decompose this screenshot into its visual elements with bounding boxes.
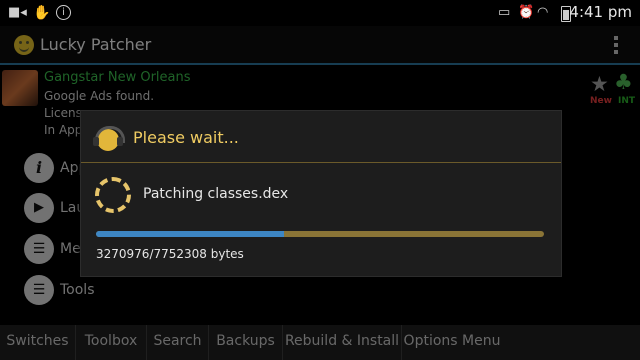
clock: 4:41 pm bbox=[569, 3, 632, 21]
progress-fill bbox=[96, 231, 285, 237]
progress-dialog: Please wait... Patching classes.dex 3270… bbox=[80, 110, 562, 277]
dialog-divider bbox=[81, 162, 561, 163]
wifi-icon: ◠ bbox=[537, 5, 549, 20]
hand-icon: ✋ bbox=[33, 5, 51, 21]
headphones-icon bbox=[93, 125, 125, 153]
progress-bytes: 3270976/7752308 bytes bbox=[96, 247, 244, 261]
dialog-message: Patching classes.dex bbox=[143, 186, 289, 202]
alarm-icon: ⏰ bbox=[518, 5, 535, 20]
dialog-title: Please wait... bbox=[133, 128, 239, 147]
loading-spinner-icon bbox=[95, 177, 131, 213]
status-bar: ■◂ ✋ i ▭ ⏰ ◠ 4:41 pm bbox=[0, 0, 640, 26]
cast-icon: ▭ bbox=[498, 5, 511, 20]
progress-bar bbox=[96, 231, 544, 237]
info-icon: i bbox=[56, 5, 71, 20]
video-camera-icon: ■◂ bbox=[8, 5, 27, 20]
